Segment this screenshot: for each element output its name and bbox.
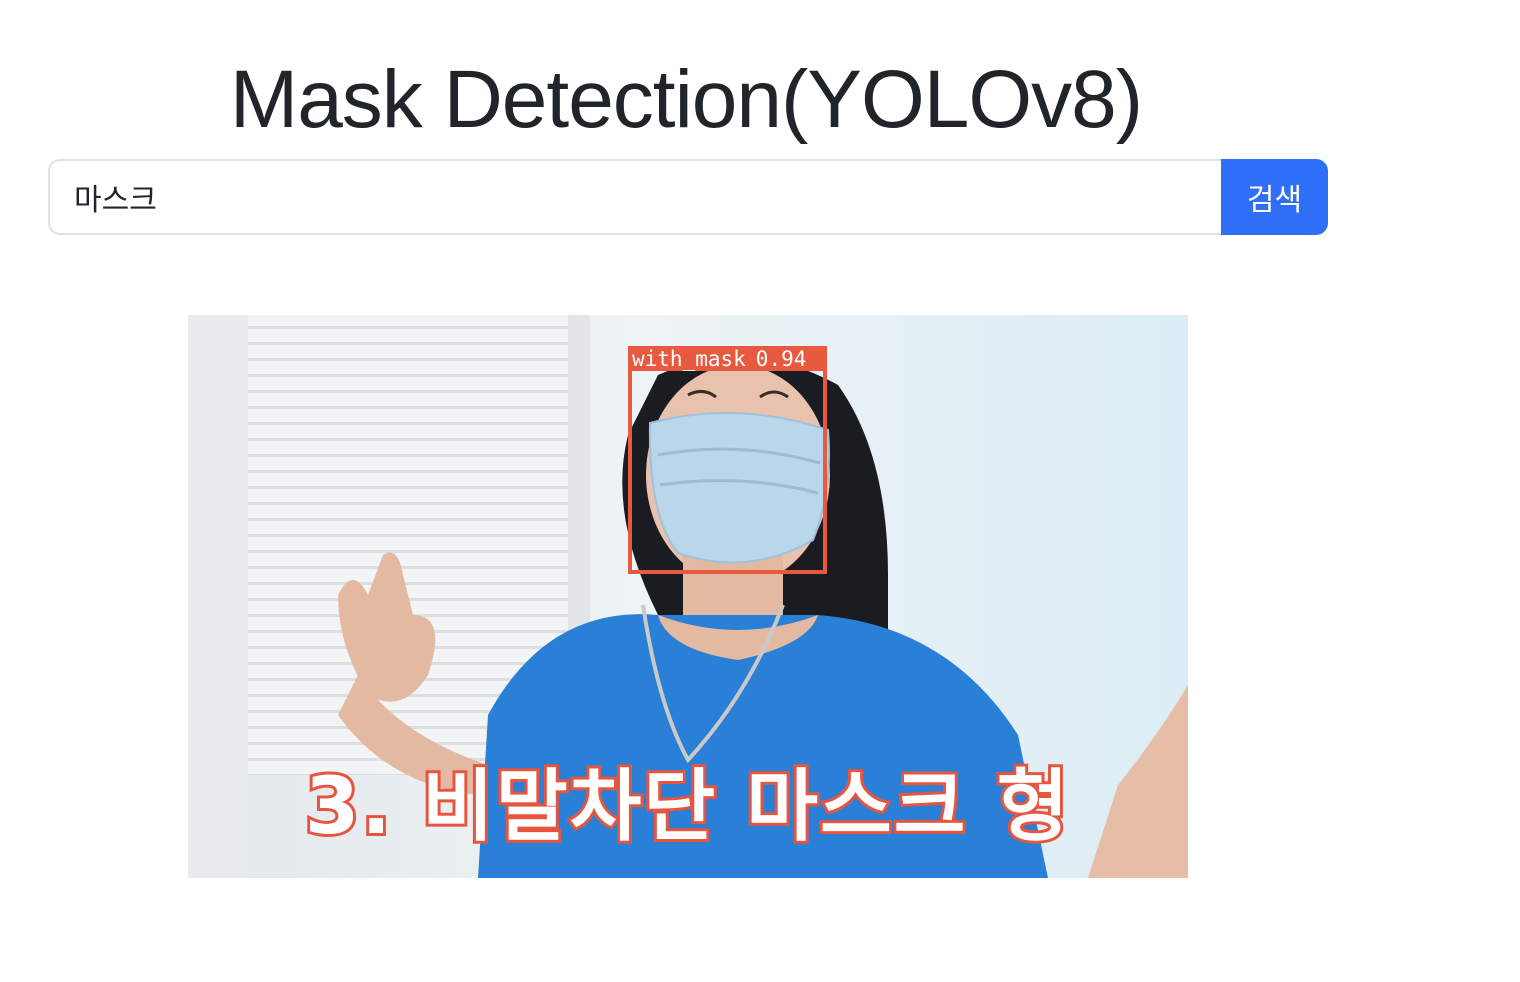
- detection-result-image: with_mask 0.94 3. 비말차단 마스크 형: [188, 315, 1188, 878]
- search-button[interactable]: 검색: [1221, 159, 1328, 235]
- video-caption: 3. 비말차단 마스크 형: [305, 762, 1070, 852]
- search-bar: 검색: [48, 159, 1328, 235]
- result-image-canvas: with_mask 0.94 3. 비말차단 마스크 형: [188, 315, 1188, 878]
- page: Mask Detection(YOLOv8) 검색: [0, 0, 1520, 982]
- face-mask-shape: [648, 412, 830, 564]
- page-title: Mask Detection(YOLOv8): [229, 54, 1143, 145]
- search-input[interactable]: [48, 159, 1221, 235]
- window-frame-left: [188, 315, 248, 878]
- detection-label: with_mask 0.94: [632, 347, 806, 371]
